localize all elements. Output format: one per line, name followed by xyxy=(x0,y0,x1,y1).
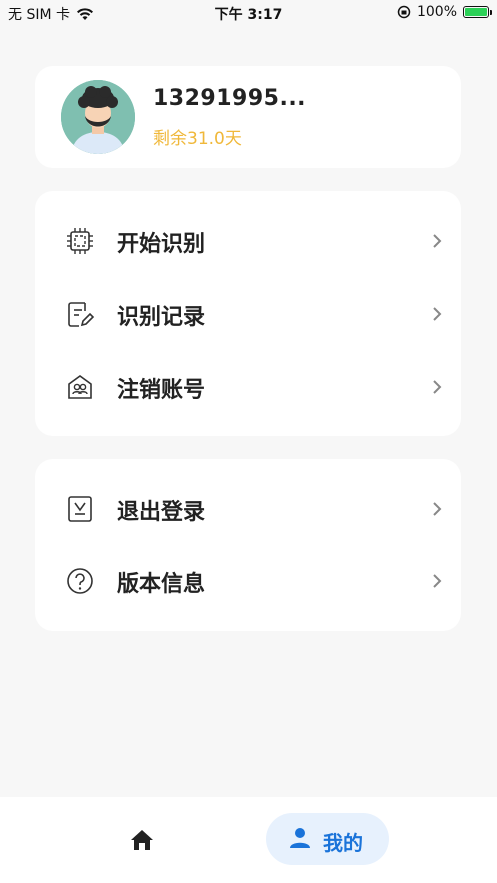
logout-icon xyxy=(68,496,92,522)
avatar-illustration xyxy=(61,80,135,154)
chevron-right-icon xyxy=(433,234,442,248)
tab-me-label: 我的 xyxy=(323,831,363,855)
menu-item-logout[interactable]: 退出登录 xyxy=(35,479,461,539)
menu-item-label: 退出登录 xyxy=(117,500,206,525)
tab-bar: 我的 xyxy=(0,797,497,883)
menu-item-version-info[interactable]: 版本信息 xyxy=(35,551,461,611)
battery-percent: 100% xyxy=(416,4,457,20)
menu-item-delete-account[interactable]: 注销账号 xyxy=(35,357,461,417)
profile-card[interactable]: 13291995... 剩余31.0天 xyxy=(35,66,461,168)
chip-icon xyxy=(67,228,93,254)
avatar[interactable] xyxy=(61,80,135,154)
status-bar: 无 SIM 卡 下午 3:17 100% xyxy=(0,0,497,26)
rotation-lock-icon xyxy=(397,5,411,19)
chevron-right-icon xyxy=(433,502,442,516)
chevron-right-icon xyxy=(433,574,442,588)
menu-item-label: 版本信息 xyxy=(117,572,206,597)
edit-record-icon xyxy=(68,302,95,327)
account-icon xyxy=(68,375,92,399)
primary-menu: 开始识别 识别记录 注销账号 xyxy=(35,191,461,436)
battery-icon xyxy=(463,6,492,18)
person-icon xyxy=(290,828,310,848)
menu-item-label: 识别记录 xyxy=(117,305,206,330)
chevron-right-icon xyxy=(433,307,442,321)
chevron-right-icon xyxy=(433,380,442,394)
menu-item-label: 开始识别 xyxy=(117,232,206,257)
battery-fill xyxy=(465,8,487,16)
menu-item-recognition-records[interactable]: 识别记录 xyxy=(35,284,461,344)
status-right: 100% xyxy=(397,4,492,20)
phone-number: 13291995... xyxy=(153,86,307,111)
menu-item-label: 注销账号 xyxy=(117,378,206,403)
home-icon[interactable] xyxy=(128,827,156,853)
remaining-days: 剩余31.0天 xyxy=(153,129,242,149)
tab-me[interactable]: 我的 xyxy=(266,813,389,865)
secondary-menu: 退出登录 版本信息 xyxy=(35,459,461,631)
question-icon xyxy=(67,568,93,594)
menu-item-start-recognition[interactable]: 开始识别 xyxy=(35,211,461,271)
